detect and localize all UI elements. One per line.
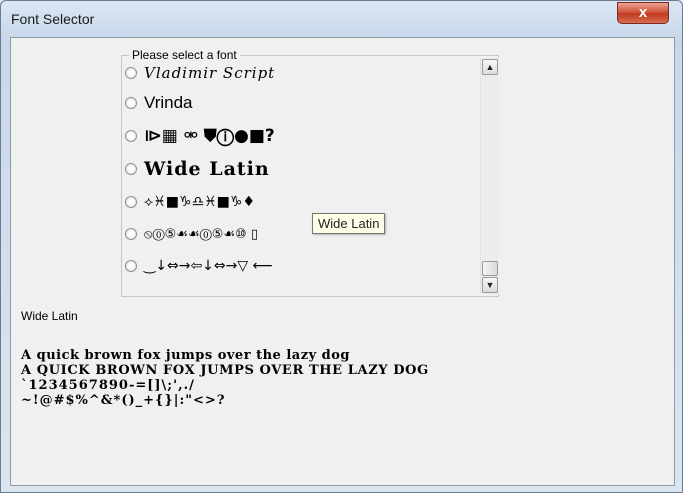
arrow-up-icon: ▲ — [485, 62, 495, 72]
font-option-label: Vladimir Script — [144, 64, 276, 82]
scroll-up-button[interactable]: ▲ — [482, 59, 498, 75]
font-option-wingdings[interactable]: ⟡♓■♑♎♓■♑♦ — [125, 187, 255, 217]
font-option-wide-latin[interactable]: Wide Latin — [125, 154, 270, 184]
font-sample-preview: A quick brown fox jumps over the lazy do… — [21, 348, 429, 408]
font-option-label: Wide Latin — [144, 158, 270, 180]
font-list-scrollbar[interactable]: ▲ ▼ — [480, 58, 499, 294]
window-title: Font Selector — [11, 11, 95, 27]
title-bar[interactable]: Font Selector x — [1, 1, 682, 37]
radio-button[interactable] — [125, 196, 137, 208]
font-option-label: ⟡♓■♑♎♓■♑♦ — [144, 194, 256, 210]
font-option-webdings[interactable]: ⧐▦ ⚮ ⛊ⓘ●■? — [125, 121, 275, 151]
sample-uppercase: A QUICK BROWN FOX JUMPS OVER THE LAZY DO… — [21, 363, 429, 378]
font-groupbox: Please select a font Vladimir Script Vri… — [121, 48, 499, 297]
radio-button[interactable] — [125, 260, 137, 272]
font-option-label: ⦸⓪⑤☙☙⓪⑤☙⑩ ▯ — [144, 226, 258, 242]
close-button[interactable]: x — [617, 2, 669, 24]
radio-button[interactable] — [125, 163, 137, 175]
dialog-client-area: Please select a font Vladimir Script Vri… — [10, 37, 675, 486]
scroll-thumb[interactable] — [482, 261, 498, 276]
sample-lowercase: A quick brown fox jumps over the lazy do… — [21, 348, 351, 363]
font-selector-window: Font Selector x Please select a font Vla… — [0, 0, 683, 493]
font-option-wingdings-2[interactable]: ⦸⓪⑤☙☙⓪⑤☙⑩ ▯ — [125, 219, 258, 249]
font-option-vrinda[interactable]: Vrinda — [125, 88, 193, 118]
font-option-label: ‿↓⇔→⇦↓⇔→▽ ⟵ — [144, 258, 273, 274]
close-icon: x — [638, 4, 648, 21]
radio-button[interactable] — [125, 228, 137, 240]
font-tooltip: Wide Latin — [312, 213, 386, 234]
radio-button[interactable] — [125, 67, 137, 79]
arrow-down-icon: ▼ — [485, 280, 495, 290]
font-option-label: ⧐▦ ⚮ ⛊ⓘ●■? — [144, 126, 275, 146]
selected-font-label: Wide Latin — [21, 309, 78, 323]
scroll-down-button[interactable]: ▼ — [482, 277, 498, 293]
radio-button[interactable] — [125, 130, 137, 142]
radio-button[interactable] — [125, 97, 137, 109]
font-option-vladimir-script[interactable]: Vladimir Script — [125, 58, 275, 88]
font-option-label: Vrinda — [144, 93, 193, 112]
font-list[interactable]: Vladimir Script Vrinda ⧐▦ ⚮ ⛊ⓘ●■? Wide L… — [122, 58, 480, 296]
font-option-wingdings-3[interactable]: ‿↓⇔→⇦↓⇔→▽ ⟵ — [125, 251, 273, 281]
sample-numbers: `1234567890-=[]\;',./ — [21, 378, 195, 393]
sample-symbols: ~!@#$%^&*()_+{}|:"<>? — [21, 393, 226, 408]
